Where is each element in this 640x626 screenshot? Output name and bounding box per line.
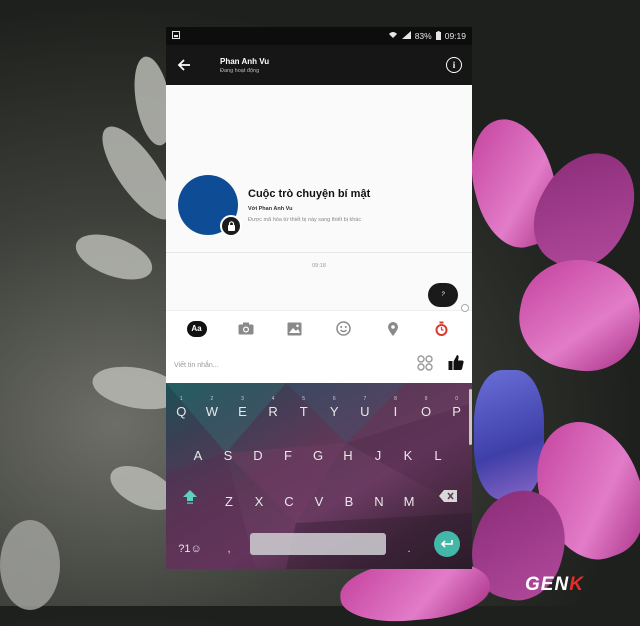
shift-key[interactable] <box>166 483 214 509</box>
backspace-icon <box>439 490 457 502</box>
key-p[interactable]: 0P <box>441 393 472 419</box>
key-r[interactable]: 4R <box>258 393 289 419</box>
encryption-note: Được mã hóa từ thiết bị này sang thiết b… <box>248 216 362 223</box>
text-style-button[interactable]: Aa <box>186 319 207 339</box>
secret-conversation-title: Cuộc trò chuyện bí mật <box>248 187 371 200</box>
key-m[interactable]: M <box>394 483 424 509</box>
enter-arrow-icon <box>440 540 453 548</box>
emoji-icon[interactable] <box>334 319 354 339</box>
compose-toolbar: Aa <box>166 310 472 346</box>
gallery-icon[interactable] <box>285 319 305 339</box>
phone-screen: 83% 09:19 Phan Anh Vu Đang hoạt động i C… <box>166 27 472 569</box>
screenshot-icon <box>172 31 180 41</box>
header-titles[interactable]: Phan Anh Vu Đang hoạt động <box>220 57 269 74</box>
info-icon[interactable]: i <box>446 57 462 73</box>
key-i[interactable]: 8I <box>380 393 411 419</box>
signal-icon <box>401 31 411 41</box>
text-style-label: Aa <box>186 320 207 337</box>
secret-conversation-with: Với Phan Anh Vu <box>248 205 293 212</box>
active-status: Đang hoạt động <box>220 67 260 74</box>
key-u[interactable]: 7U <box>350 393 381 419</box>
secret-conversation-card: Cuộc trò chuyện bí mật Với Phan Anh Vu Đ… <box>178 175 371 237</box>
backspace-key[interactable] <box>424 483 472 509</box>
divider <box>166 252 472 253</box>
key-x[interactable]: X <box>244 483 274 509</box>
symbols-key[interactable]: ?1☺ <box>166 533 214 555</box>
message-composer: Viết tin nhắn... <box>166 346 472 384</box>
conversation-area: Cuộc trò chuyện bí mật Với Phan Anh Vu Đ… <box>166 85 472 312</box>
genk-prefix: GEN <box>525 574 570 595</box>
key-f[interactable]: F <box>273 441 303 463</box>
message-bubble[interactable]: ? <box>428 283 458 307</box>
status-bar: 83% 09:19 <box>166 27 472 45</box>
key-n[interactable]: N <box>364 483 394 509</box>
key-s[interactable]: S <box>213 441 243 463</box>
key-j[interactable]: J <box>363 441 393 463</box>
key-d[interactable]: D <box>243 441 273 463</box>
genk-watermark: GENK <box>525 574 584 596</box>
message-input[interactable]: Viết tin nhắn... <box>174 362 219 369</box>
sticker-icon[interactable] <box>416 354 434 377</box>
timer-icon[interactable] <box>432 319 452 339</box>
key-y[interactable]: 6Y <box>319 393 350 419</box>
keyboard-row-3: Z X C V B N M <box>166 483 472 509</box>
comma-key[interactable]: , <box>214 533 244 555</box>
key-o[interactable]: 9O <box>411 393 442 419</box>
key-k[interactable]: K <box>393 441 423 463</box>
lock-icon <box>220 215 242 237</box>
genk-suffix: K <box>569 574 584 595</box>
spacebar[interactable] <box>250 533 386 555</box>
avatar <box>178 175 242 237</box>
key-g[interactable]: G <box>303 441 333 463</box>
key-z[interactable]: Z <box>214 483 244 509</box>
battery-percent: 83% <box>414 31 432 41</box>
key-c[interactable]: C <box>274 483 304 509</box>
key-w[interactable]: 2W <box>197 393 228 419</box>
key-a[interactable]: A <box>183 441 213 463</box>
key-e[interactable]: 3E <box>227 393 258 419</box>
chat-header: Phan Anh Vu Đang hoạt động i <box>166 45 472 85</box>
location-icon[interactable] <box>383 319 403 339</box>
key-q[interactable]: 1Q <box>166 393 197 419</box>
key-v[interactable]: V <box>304 483 334 509</box>
keyboard-row-2: A S D F G H J K L <box>166 441 472 463</box>
camera-icon[interactable] <box>236 319 256 339</box>
message-sent-status-icon <box>461 304 469 312</box>
clock: 09:19 <box>444 31 466 41</box>
key-b[interactable]: B <box>334 483 364 509</box>
soft-keyboard: 1Q 2W 3E 4R 5T 6Y 7U 8I 9O 0P A S D F G … <box>166 383 472 569</box>
back-arrow-icon[interactable] <box>176 57 192 73</box>
key-t[interactable]: 5T <box>288 393 319 419</box>
key-l[interactable]: L <box>423 441 453 463</box>
keyboard-row-1: 1Q 2W 3E 4R 5T 6Y 7U 8I 9O 0P <box>166 393 472 419</box>
battery-icon <box>435 30 441 42</box>
message-timestamp: 09:18 <box>312 263 326 269</box>
enter-key[interactable] <box>434 531 460 557</box>
like-thumb-icon[interactable] <box>448 354 464 376</box>
period-key[interactable]: . <box>398 533 420 555</box>
key-h[interactable]: H <box>333 441 363 463</box>
contact-name: Phan Anh Vu <box>220 56 270 66</box>
wifi-icon <box>388 31 398 41</box>
shift-arrow-icon <box>183 490 197 504</box>
